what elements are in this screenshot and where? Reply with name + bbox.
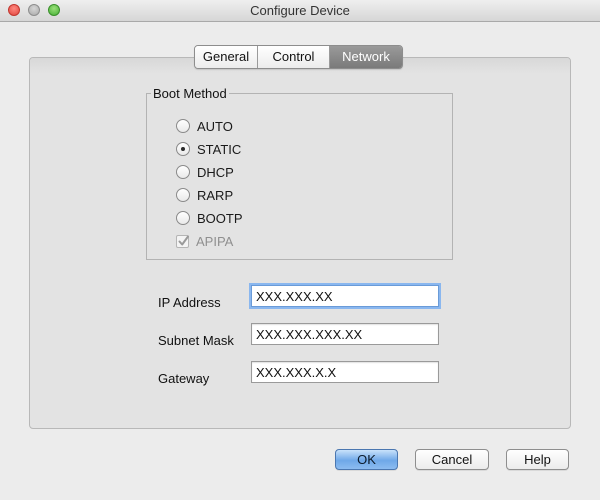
checkbox-option-apipa: APIPA (176, 232, 233, 250)
tab-network[interactable]: Network (330, 46, 402, 68)
window-title: Configure Device (250, 3, 350, 18)
radio-button-icon[interactable] (176, 119, 190, 133)
radio-label: DHCP (197, 164, 234, 180)
ok-button[interactable]: OK (335, 449, 398, 470)
radio-button-icon[interactable] (176, 165, 190, 179)
radio-option-static[interactable]: STATIC (176, 140, 241, 158)
radio-button-icon[interactable] (176, 188, 190, 202)
radio-option-bootp[interactable]: BOOTP (176, 209, 243, 227)
checkbox-label: APIPA (196, 233, 234, 249)
tab-control[interactable]: Control (258, 46, 330, 68)
radio-label: STATIC (197, 141, 242, 157)
cancel-button[interactable]: Cancel (415, 449, 489, 470)
ip-address-input[interactable] (251, 285, 439, 307)
subnet-mask-label: Subnet Mask (158, 333, 234, 348)
radio-option-dhcp[interactable]: DHCP (176, 163, 234, 181)
radio-button-selected-icon[interactable] (176, 142, 190, 156)
subnet-mask-input[interactable] (251, 323, 439, 345)
checkmark-icon (176, 234, 189, 248)
gateway-input[interactable] (251, 361, 439, 383)
radio-label: AUTO (197, 118, 233, 134)
ip-address-label: IP Address (158, 295, 221, 310)
radio-button-icon[interactable] (176, 211, 190, 225)
boot-method-legend: Boot Method (153, 86, 227, 101)
tab-bar: General Control Network (194, 45, 403, 69)
radio-option-auto[interactable]: AUTO (176, 117, 233, 135)
title-bar: Configure Device (0, 0, 600, 22)
radio-option-rarp[interactable]: RARP (176, 186, 233, 204)
radio-label: BOOTP (197, 210, 243, 226)
tab-general[interactable]: General (195, 46, 258, 68)
radio-label: RARP (197, 187, 234, 203)
gateway-label: Gateway (158, 371, 210, 386)
help-button[interactable]: Help (506, 449, 569, 470)
